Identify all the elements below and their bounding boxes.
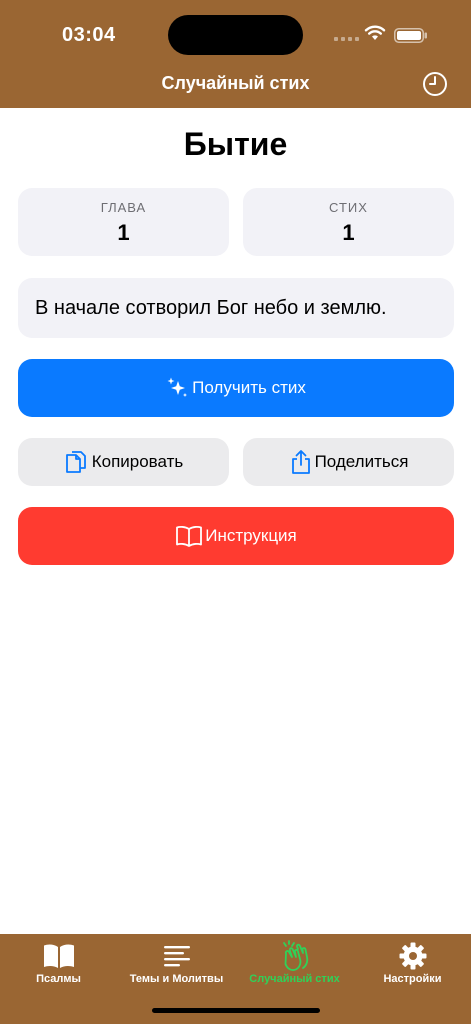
home-indicator (152, 1008, 320, 1013)
verse-text: В начале сотворил Бог небо и землю. (35, 296, 387, 319)
cellular-signal-icon (334, 37, 359, 41)
tab-topics[interactable]: Темы и Молитвы (118, 934, 235, 994)
copy-label: Копировать (91, 452, 184, 471)
get-verse-label: Получить стих (192, 378, 306, 397)
tab-random-verse-label: Случайный стих (249, 973, 340, 985)
tab-psalms-label: Псалмы (36, 973, 81, 985)
nav-title: Случайный стих (161, 73, 310, 93)
sparkles-icon (167, 377, 188, 397)
verse-text-box: В начале сотворил Бог небо и землю. (18, 278, 454, 338)
tab-random-verse[interactable]: Случайный стих (236, 934, 353, 994)
verse-value: 1 (342, 220, 355, 245)
share-icon (291, 450, 310, 474)
tab-settings[interactable]: Настройки (354, 934, 471, 994)
open-book-icon (176, 525, 203, 547)
book-title: Бытие (183, 126, 288, 162)
verse-card: СТИХ 1 (243, 188, 454, 256)
instructions-button[interactable]: Инструкция (18, 507, 454, 565)
instructions-label: Инструкция (205, 526, 297, 545)
gear-icon (399, 942, 426, 970)
dynamic-island (168, 15, 303, 55)
chapter-card: ГЛАВА 1 (18, 188, 229, 256)
tab-psalms[interactable]: Псалмы (0, 934, 117, 994)
clock-icon[interactable] (422, 71, 448, 97)
battery-icon (394, 28, 427, 43)
verse-label: СТИХ (329, 200, 368, 215)
book-icon (43, 944, 74, 968)
get-verse-button[interactable]: Получить стих (18, 359, 454, 417)
tab-topics-label: Темы и Молитвы (129, 973, 224, 985)
tab-settings-label: Настройки (383, 973, 442, 985)
share-label: Поделиться (314, 452, 409, 471)
header: 03:04 Случайный стих (0, 0, 471, 108)
share-button[interactable]: Поделиться (243, 438, 454, 486)
copy-button[interactable]: Копировать (18, 438, 229, 486)
lines-icon (163, 946, 190, 967)
wifi-icon (364, 25, 386, 40)
hands-clap-icon (282, 940, 308, 971)
chapter-value: 1 (117, 220, 130, 245)
copy-icon (65, 451, 86, 473)
status-time: 03:04 (62, 24, 116, 46)
chapter-label: ГЛАВА (100, 200, 147, 215)
